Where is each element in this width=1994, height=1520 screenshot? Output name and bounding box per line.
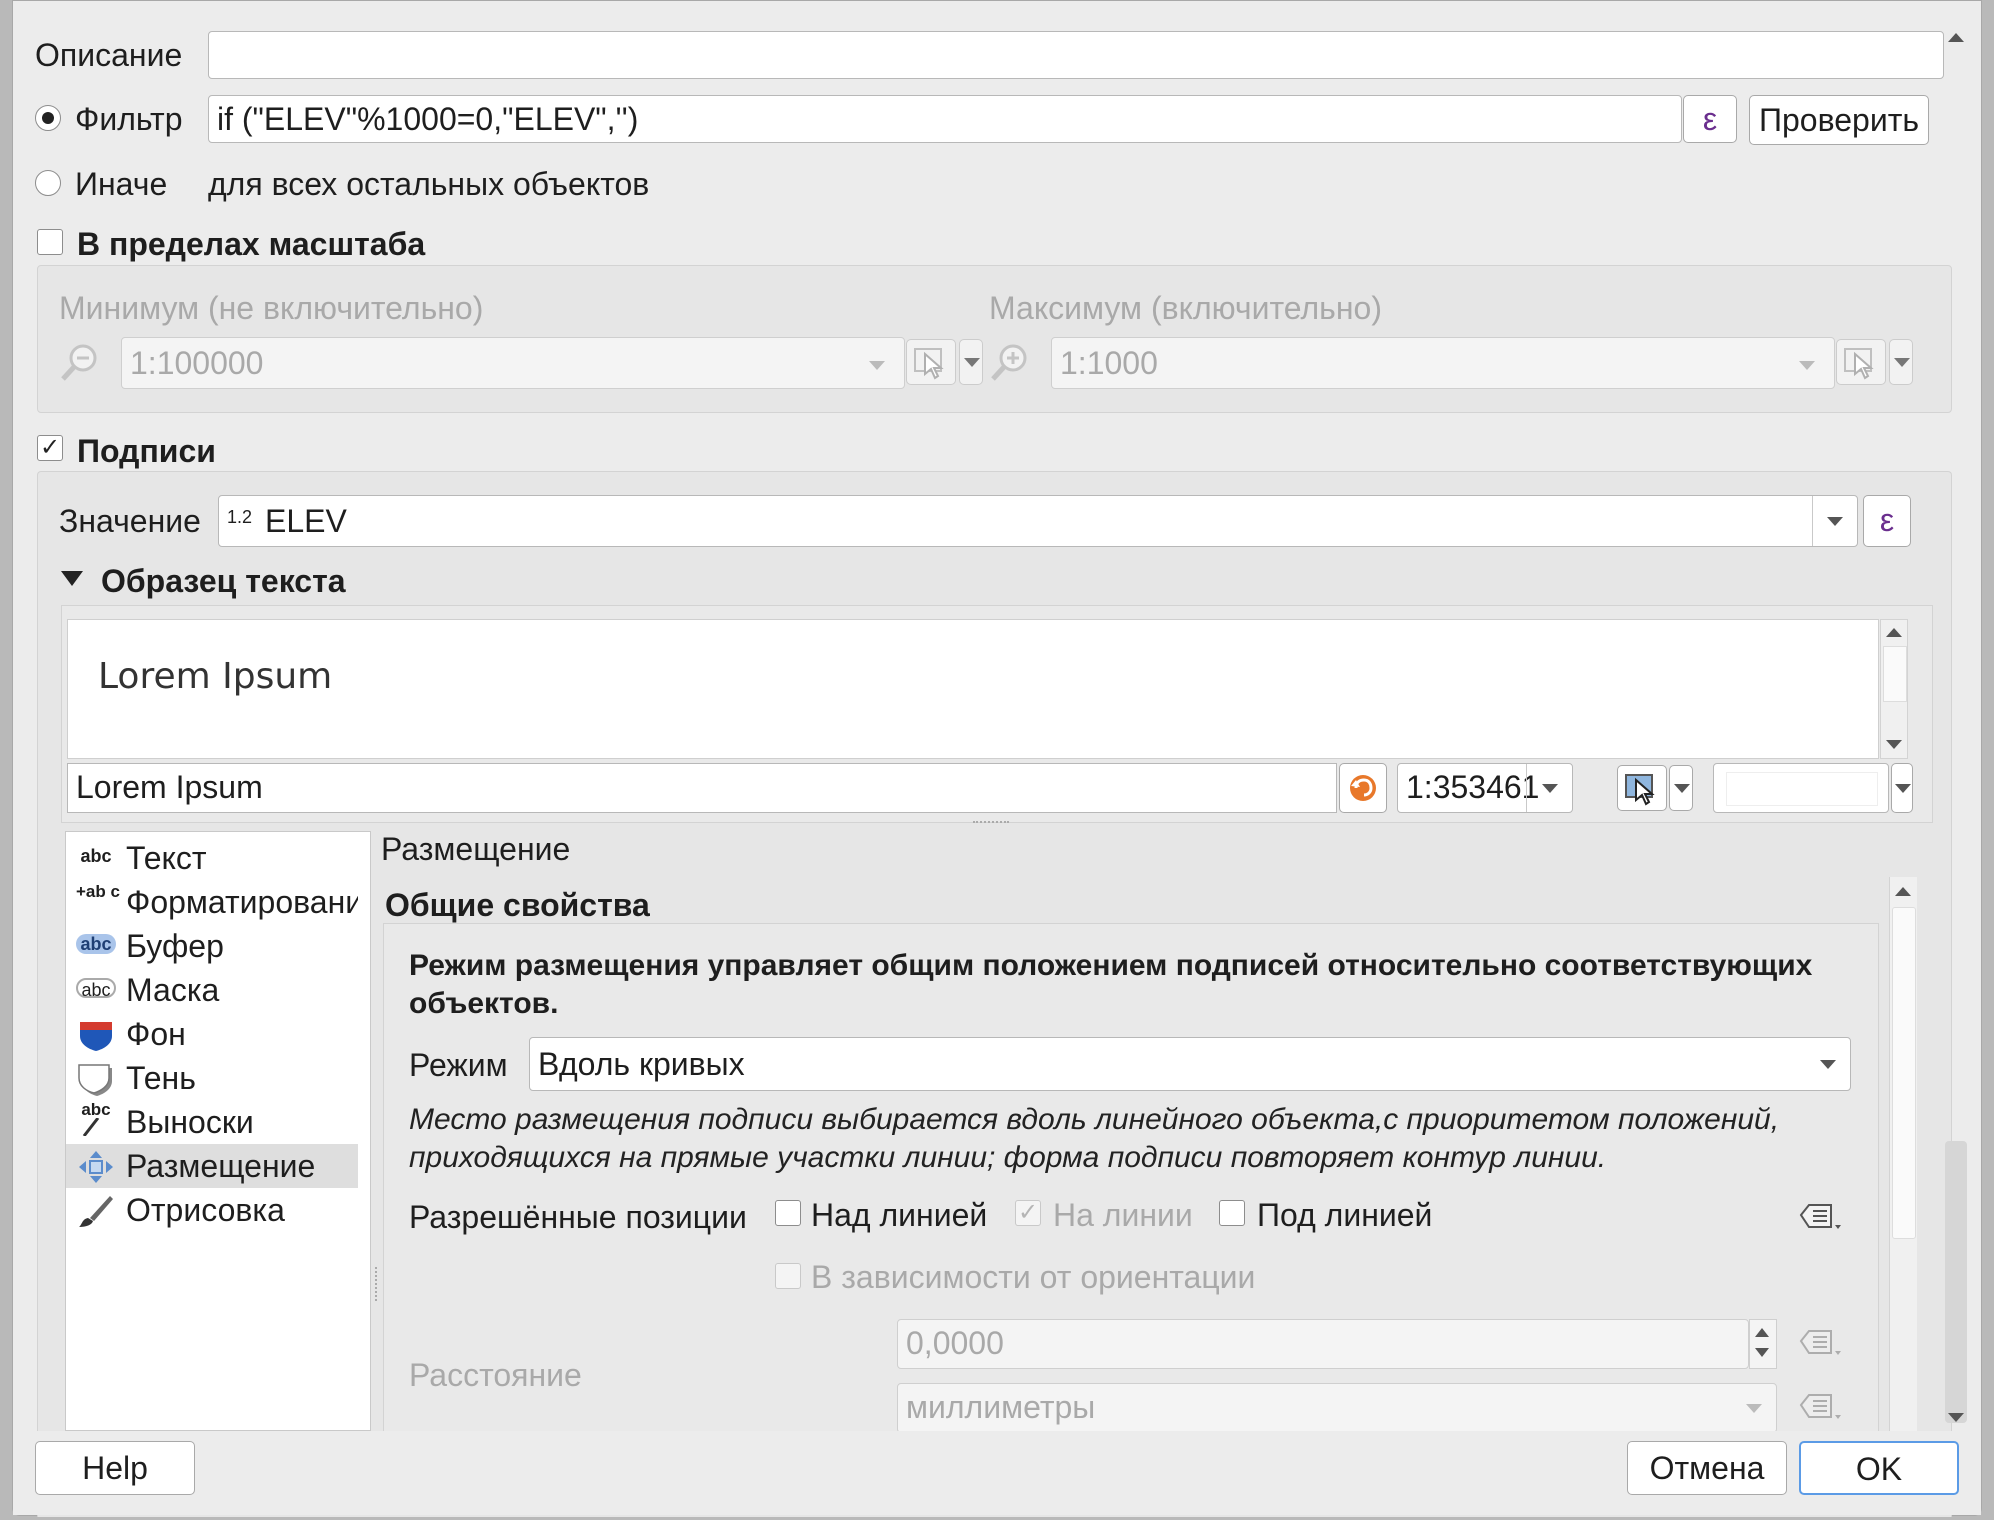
min-scale-current-button[interactable] [906,339,956,385]
preview-scrollbar[interactable] [1880,619,1908,759]
above-line-label: Над линией [811,1197,988,1233]
labels-label: Подписи [77,433,216,469]
scale-range-label: В пределах масштаба [77,226,426,262]
unit-override-icon[interactable] [1797,1389,1843,1423]
sidebar-item-shadow[interactable]: Тень [66,1056,358,1100]
background-shield-icon [76,1018,116,1051]
buffer-icon: abc [76,934,116,954]
min-scale-label: Минимум (не включительно) [59,290,484,326]
placement-move-icon [76,1150,116,1183]
else-radio[interactable] [35,170,61,196]
placement-mode-value: Вдоль кривых [538,1046,745,1082]
sidebar-item-text[interactable]: abc Текст [66,836,358,880]
rendering-brush-icon [76,1194,116,1227]
placement-scroll-thumb[interactable] [1892,907,1916,1239]
distance-unit-combobox[interactable]: миллиметры [897,1383,1777,1431]
sidebar-item-rendering[interactable]: Отрисовка [66,1188,358,1232]
preview-scale-combobox[interactable]: 1:353461 [1397,763,1573,813]
max-scale-current-button[interactable] [1836,339,1886,385]
placement-mode-description: Режим размещения управляет общим положен… [409,949,1813,1020]
sample-text-input[interactable]: Lorem Ipsum [67,763,1337,813]
ok-button[interactable]: OK [1799,1441,1959,1495]
sidebar-item-callouts[interactable]: abc Выноски [66,1100,358,1144]
sidebar-item-placement[interactable]: Размещение [66,1144,358,1188]
filter-radio[interactable] [35,105,61,131]
sidebar-item-mask[interactable]: abc Маска [66,968,358,1012]
max-scale-input[interactable]: 1:1000 [1051,337,1835,389]
mask-icon: abc [76,978,116,1000]
background-color-menu-button[interactable] [1891,763,1913,813]
value-field-text: ELEV [265,503,347,539]
distance-label: Расстояние [409,1357,582,1393]
splitter-handle[interactable] [973,821,1009,829]
placement-scrollbar[interactable] [1889,877,1917,1431]
max-scale-dropdown-icon[interactable] [1799,361,1815,370]
placement-page-title: Размещение [381,831,571,867]
allowed-positions-label: Разрешённые позиции [409,1199,747,1235]
min-scale-dropdown-icon[interactable] [869,361,885,370]
main-scroll-thumb[interactable] [1945,1141,1967,1423]
data-defined-override-icon[interactable] [1797,1199,1843,1233]
placement-scroll-area: Общие свойства Режим размещения управляе… [381,877,1899,1431]
numeric-field-icon: 1.2 [227,507,253,527]
filter-expression-button[interactable]: ε [1683,95,1737,143]
help-button[interactable]: Help [35,1441,195,1495]
orientation-dependent-checkbox[interactable] [775,1263,801,1289]
main-scrollbar[interactable] [1939,23,1973,1427]
general-settings-heading: Общие свойства [385,887,650,923]
filter-expression-input[interactable]: if ("ELEV"%1000=0,"ELEV",'') [208,95,1682,143]
sample-text-header[interactable]: Образец текста [101,561,346,601]
callouts-icon: abc [76,1101,116,1137]
zoom-in-icon [989,341,1031,383]
above-line-checkbox[interactable] [775,1200,801,1226]
check-button[interactable]: Проверить [1749,95,1929,145]
min-scale-input[interactable]: 1:100000 [121,337,905,389]
on-line-checkbox[interactable]: ✓ [1015,1200,1041,1226]
placement-mode-hint: Место размещения подписи выбирается вдол… [409,1103,1780,1174]
preview-scale-current-button[interactable] [1617,765,1667,811]
formatting-icon: +ab c [76,882,120,901]
labels-checkbox[interactable]: ✓ [37,435,63,461]
description-label: Описание [35,37,183,73]
preview-scale-value: 1:353461 [1406,769,1540,805]
zoom-out-icon [59,341,101,383]
preview-scale-menu-button[interactable] [1669,765,1693,811]
settings-list: abc Текст +ab c Форматирование abc Буфер… [65,831,371,1431]
label-preview: Lorem Ipsum [67,619,1879,759]
sidebar-item-background[interactable]: Фон [66,1012,358,1056]
distance-spinbox[interactable]: 0,0000 [897,1319,1749,1369]
on-line-label: На линии [1053,1197,1193,1233]
sidebar-item-formatting[interactable]: +ab c Форматирование [66,880,358,924]
max-scale-menu-button[interactable] [1889,339,1913,385]
max-scale-label: Максимум (включительно) [989,290,1382,326]
else-label: Иначе [75,166,168,202]
value-field-combobox[interactable]: 1.2 ELEV [218,495,1858,547]
below-line-label: Под линией [1257,1197,1433,1233]
value-label: Значение [59,503,201,539]
text-abc-icon: abc [80,846,112,866]
below-line-checkbox[interactable] [1219,1200,1245,1226]
orientation-dependent-label: В зависимости от ориентации [811,1259,1256,1295]
distance-override-icon[interactable] [1797,1325,1843,1359]
sidebar-item-buffer[interactable]: abc Буфер [66,924,358,968]
mode-label: Режим [409,1047,508,1083]
min-scale-menu-button[interactable] [959,339,983,385]
cancel-button[interactable]: Отмена [1627,1441,1787,1495]
distance-spin-arrows[interactable] [1749,1319,1777,1369]
shadow-shield-icon [76,1062,116,1096]
preview-text: Lorem Ipsum [98,656,333,697]
background-color-button[interactable] [1713,763,1889,813]
collapse-triangle-icon[interactable] [61,571,83,586]
description-input[interactable] [208,31,1944,79]
rule-properties-dialog: Описание Фильтр if ("ELEV"%1000=0,"ELEV"… [12,0,1982,1517]
placement-mode-combobox[interactable]: Вдоль кривых [529,1037,1851,1091]
scale-range-checkbox[interactable] [37,229,63,255]
value-expression-button[interactable]: ε [1863,495,1911,547]
filter-label: Фильтр [75,101,183,137]
reset-sample-button[interactable] [1339,763,1387,813]
else-description: для всех остальных объектов [208,166,650,202]
